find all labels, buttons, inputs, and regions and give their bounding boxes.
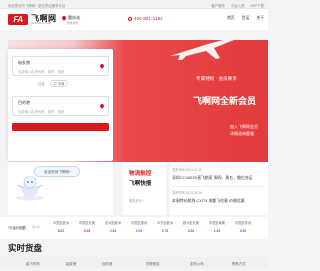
news-item[interactable]: 发布时间 2023-04-11 深圳CZ-MD3X直飞航班 周四、周五，舱位充足 <box>172 167 266 181</box>
column-header: 货物信息 <box>146 261 160 266</box>
stat-label: 中国至澳洲 <box>131 221 147 225</box>
page: 欢迎您访问飞啊网 · 航空货运服务平台 客户服务 平台入驻 APP下载 FA 飞… <box>0 0 268 271</box>
origin-input[interactable]: 支持输入机场代码、城市、国家 <box>18 69 64 74</box>
hotline-number: 400-881-1192 <box>134 16 163 21</box>
stat-item[interactable]: 中国至北美 0.15 <box>74 220 100 233</box>
origin-label: 始发港 <box>18 60 30 65</box>
hero-line-1: 加入飞啊网会员 <box>230 124 258 129</box>
rate-index-bar: TK运价指数 04-11 中国至欧洲 8.62 中国至北美 0.15 亚洲至欧洲 2.… <box>0 217 268 239</box>
top-link-join[interactable]: 平台入驻 <box>231 4 245 8</box>
column-header: 目的港 <box>102 261 113 266</box>
more-news-link[interactable]: 更多资讯 > <box>129 198 145 203</box>
nav-item-cargo[interactable]: 货运 <box>242 16 250 20</box>
top-bar: 欢迎您访问飞啊网 · 航空货运服务平台 客户服务 平台入驻 APP下载 <box>0 0 268 9</box>
news-date: 发布时间 2023-04-11 <box>172 168 202 172</box>
hero-headline: 飞啊网全新会员 <box>193 96 257 106</box>
round-trip-label[interactable]: 往返 <box>38 81 45 86</box>
news-date: 发布时间 2023-04-06 <box>172 191 202 195</box>
hero-line-2: 详情咨询客服 <box>230 131 254 136</box>
stat-label: 中国至北美 <box>79 221 95 225</box>
destination-input[interactable]: 支持输入机场代码、城市、国家 <box>18 109 64 114</box>
top-links: 客户服务 平台入驻 APP下载 <box>206 3 264 8</box>
stat-label: 欧洲至北美 <box>183 221 199 225</box>
hero-kicker: 专属特权 · 会员尊享 <box>196 76 237 81</box>
stat-value: 2.34 <box>109 229 117 233</box>
origin-field[interactable]: 始发港 支持输入机场代码、城市、国家 <box>12 56 109 76</box>
welcome-promo[interactable]: 欢迎来到飞啊网~ <box>8 162 113 215</box>
welcome-text: 欢迎来到飞啊网~ <box>44 170 72 174</box>
news-headline[interactable]: 深圳CZ-MD3X直飞航班 周四、周五，舱位充足 <box>172 175 266 181</box>
stat-label: 中东至欧洲 <box>157 221 173 225</box>
nav-item-about[interactable]: 关于 <box>256 16 264 20</box>
news-headline[interactable]: 本周特价航线 CX/T4 成都飞伦敦 价格优惠 <box>172 198 266 204</box>
origin-pin-icon <box>99 63 105 69</box>
stat-item[interactable]: 中国至南美 1.43 <box>204 220 230 233</box>
main-nav: 首页 货运 关于 <box>221 16 264 21</box>
rate-index-date: 04-11 <box>32 225 40 229</box>
logo-icon[interactable]: FA <box>8 14 28 25</box>
airplane-icon <box>170 40 234 60</box>
stat-item[interactable]: 中国至非洲 0.52 <box>230 220 256 233</box>
stat-value: 1.43 <box>213 229 221 233</box>
switch-city-link[interactable]: 切换城市 <box>67 21 78 25</box>
brand-subtitle: FEIAWANG.COM <box>31 22 51 25</box>
stat-label: 中国至南美 <box>209 221 225 225</box>
top-link-service[interactable]: 客户服务 <box>211 4 225 8</box>
stat-item[interactable]: 欧洲至北美 3.26 <box>178 220 204 233</box>
column-header: 起飞时间 <box>26 261 40 266</box>
feature-title-2: 飞啊快报 <box>129 181 152 187</box>
stat-label: 亚洲至欧洲 <box>105 221 121 225</box>
stat-value: 1.09 <box>135 229 143 233</box>
stat-item[interactable]: 中国至澳洲 1.09 <box>126 220 152 233</box>
stat-item[interactable]: 中国至欧洲 8.62 <box>48 220 74 233</box>
swap-button[interactable]: ⇄ 中转 <box>50 80 68 87</box>
rate-index-title: TK运价指数 <box>8 226 26 230</box>
stat-item[interactable]: 中东至欧洲 0.78 <box>152 220 178 233</box>
stat-item[interactable]: 亚洲至欧洲 2.34 <box>100 220 126 233</box>
route-search-card: 始发港 支持输入机场代码、城市、国家 往返 ⇄ 中转 目的港 支持输入机场代码、… <box>8 49 113 161</box>
news-list: 发布时间 2023-04-11 深圳CZ-MD3X直飞航班 周四、周五，舱位充足… <box>170 162 268 215</box>
stat-value: 0.78 <box>161 229 169 233</box>
news-item[interactable]: 发布时间 2023-04-06 本周特价航线 CX/T4 成都飞伦敦 价格优惠 <box>172 190 266 204</box>
cargo-table-header: 起飞时间 始发港 目的港 货物信息 发布公司 联系方式 <box>0 257 268 268</box>
cargo-section-title: 实时货盘 <box>8 243 43 253</box>
column-header: 发布公司 <box>190 261 204 266</box>
news-divider <box>172 186 266 187</box>
stat-value: 8.62 <box>57 229 65 233</box>
stat-value: 3.26 <box>187 229 195 233</box>
stat-value: 0.15 <box>83 229 91 233</box>
search-button[interactable] <box>12 123 109 131</box>
feature-title-1: 物流航控 <box>129 171 152 177</box>
destination-field[interactable]: 目的港 支持输入机场代码、城市、国家 <box>12 96 109 116</box>
destination-pin-icon <box>99 103 105 109</box>
top-link-app[interactable]: APP下载 <box>250 4 264 8</box>
column-header: 联系方式 <box>232 261 246 266</box>
top-tagline: 欢迎您访问飞啊网 · 航空货运服务平台 <box>8 3 66 8</box>
feature-block[interactable]: 物流航控 飞啊快报 更多资讯 > <box>123 162 166 215</box>
stat-value: 0.52 <box>239 229 247 233</box>
stat-label: 中国至欧洲 <box>53 221 69 225</box>
stat-label: 中国至非洲 <box>235 221 251 225</box>
destination-label: 目的港 <box>18 100 30 105</box>
nav-item-home[interactable]: 首页 <box>227 16 235 20</box>
column-header: 始发港 <box>66 261 77 266</box>
phone-icon <box>128 16 132 21</box>
